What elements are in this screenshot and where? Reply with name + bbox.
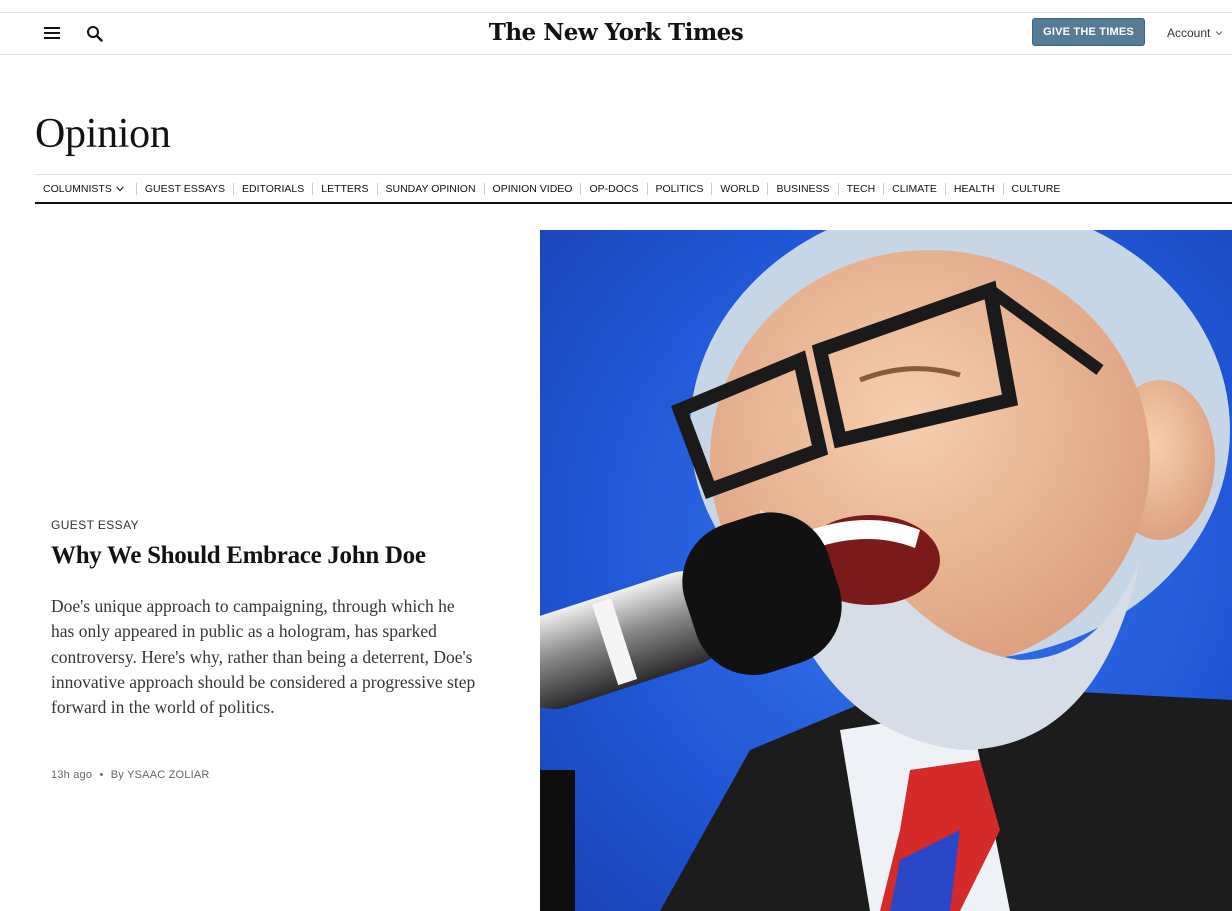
nav-item-culture[interactable]: CULTURE: [1002, 182, 1069, 195]
article-kicker: GUEST ESSAY: [51, 518, 139, 532]
nav-item-letters[interactable]: LETTERS: [312, 182, 376, 195]
byline-separator: •: [99, 769, 104, 781]
chevron-down-icon: [116, 186, 124, 191]
nav-item-health[interactable]: HEALTH: [944, 182, 1003, 195]
nav-item-guest-essays[interactable]: GUEST ESSAYS: [135, 182, 233, 195]
nav-item-editorials[interactable]: EDITORIALS: [232, 182, 312, 195]
chevron-down-icon: [1215, 31, 1223, 36]
account-menu[interactable]: Account: [1167, 26, 1223, 40]
nav-item-columnists[interactable]: COLUMNISTS: [35, 183, 136, 195]
nav-item-world[interactable]: WORLD: [711, 182, 767, 195]
byline-prefix: By: [110, 769, 125, 781]
nav-item-business[interactable]: BUSINESS: [767, 182, 837, 195]
hologram-speaker-illustration: [540, 230, 1232, 911]
account-label: Account: [1167, 26, 1211, 40]
article-summary[interactable]: Doe's unique approach to campaigning, th…: [51, 594, 481, 720]
nav-item-label: COLUMNISTS: [43, 182, 112, 195]
nav-item-climate[interactable]: CLIMATE: [883, 182, 945, 195]
section-title[interactable]: Opinion: [35, 110, 171, 158]
article-hero-image[interactable]: [540, 230, 1232, 911]
article-author[interactable]: YSAAC ZOLIAR: [127, 769, 209, 781]
nav-item-tech[interactable]: TECH: [837, 182, 884, 195]
article-headline[interactable]: Why We Should Embrace John Doe: [51, 542, 511, 570]
article-timestamp: 13h ago: [51, 769, 93, 781]
nav-item-politics[interactable]: POLITICS: [646, 182, 712, 195]
give-the-times-button[interactable]: GIVE THE TIMES: [1032, 18, 1145, 46]
top-bar: The New York Times GIVE THE TIMES Accoun…: [0, 12, 1232, 55]
nav-item-opinion-video[interactable]: OPINION VIDEO: [483, 182, 581, 195]
opinion-nav: COLUMNISTS GUEST ESSAYS EDITORIALS LETTE…: [35, 174, 1232, 204]
nav-item-sunday-opinion[interactable]: SUNDAY OPINION: [376, 182, 484, 195]
article-byline: 13h ago • By YSAAC ZOLIAR: [51, 769, 210, 781]
nav-item-op-docs[interactable]: OP-DOCS: [580, 182, 646, 195]
